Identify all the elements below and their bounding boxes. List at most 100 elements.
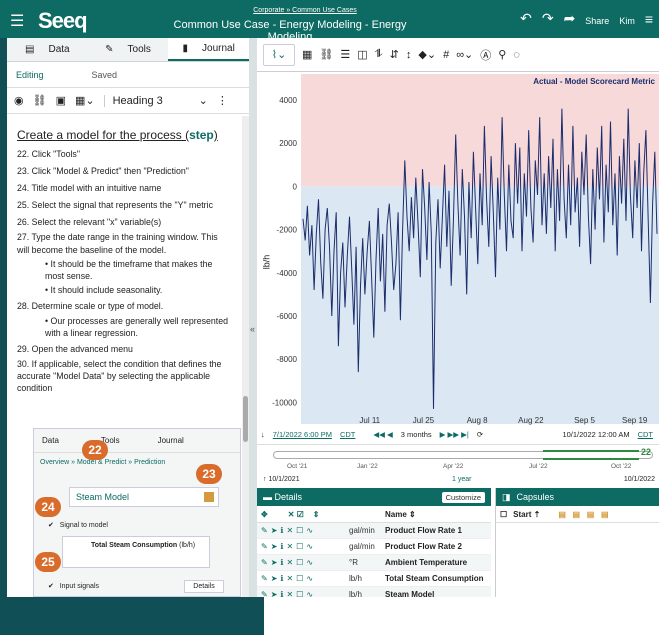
color-swatch <box>204 492 214 502</box>
timeline-span[interactable]: 1 year <box>452 476 471 483</box>
start-column-header[interactable]: Start ⇡ <box>513 510 540 519</box>
range-duration[interactable]: 3 months <box>401 430 432 439</box>
annotation-icon[interactable]: Ⓐ <box>480 47 491 63</box>
overflow-icon[interactable]: ⋮ <box>217 94 228 107</box>
book-icon: ▮ <box>182 43 189 54</box>
timeline-selection[interactable] <box>543 450 639 460</box>
tab-data[interactable]: ▤ Data <box>7 38 88 61</box>
redo-icon[interactable]: ↷ <box>542 10 554 27</box>
trend-icon[interactable]: ⥮ <box>375 48 383 61</box>
embedded-signal-label: ✔ Signal to model <box>48 522 108 529</box>
step-link[interactable]: step <box>189 128 214 142</box>
brand-name: Seeq <box>38 8 88 33</box>
heading-style-select[interactable]: Heading 3 <box>103 94 190 107</box>
zoom-icon[interactable]: ⚲ <box>498 48 506 61</box>
trend-svg[interactable]: 400020000-2000-4000-6000-8000-10000Jul 1… <box>257 72 659 427</box>
comment-icon[interactable]: ◌ <box>513 49 520 61</box>
row-action-icons[interactable]: ✎➤ℹ✕☐∿ <box>261 542 349 551</box>
table-row[interactable]: ✎➤ℹ✕☐∿ lb/h Steam Model <box>257 587 491 597</box>
chart-toolbar: ⌇⌄ ▦ ⛓ ☰ ◫ ⥮ ⇵ ↕ ◆⌄ # ∞⌄ Ⓐ ⚲ ◌ <box>257 38 659 72</box>
seeq-icon[interactable]: ◉ <box>14 94 24 107</box>
dashes-icon[interactable]: ∞⌄ <box>456 48 473 61</box>
chevron-down-icon[interactable]: ⌄ <box>199 94 208 107</box>
saved-status: Saved <box>91 69 118 80</box>
step-23: 23. Click "Model & Predict" then "Predic… <box>17 166 189 176</box>
table-row[interactable]: ✎➤ℹ✕☐∿ lb/h Total Steam Consumption <box>257 571 491 587</box>
bullet: • Our processes are generally well repre… <box>45 316 229 338</box>
scrollbar-thumb[interactable] <box>243 396 248 442</box>
embedded-signal-select: Total Steam Consumption (lb/h) <box>62 536 210 568</box>
name-column-header[interactable]: Name ⇕ <box>385 510 416 519</box>
table-row[interactable]: ✎➤ℹ✕☐∿ gal/min Product Flow Rate 1 <box>257 523 491 539</box>
share-button[interactable]: Share <box>585 11 609 27</box>
sort-icon[interactable]: ⇵ <box>390 48 399 61</box>
collapse-icon[interactable]: « <box>250 324 255 334</box>
y-tick-label: 0 <box>293 182 298 191</box>
table-row[interactable]: ✎➤ℹ✕☐∿ gal/min Product Flow Rate 2 <box>257 539 491 555</box>
details-pane: ▬ Details Customize ✥ ✕ ☑ ⇕ Name ⇕ ✎➤ℹ✕☐∿ g… <box>257 488 491 597</box>
name-cell: Ambient Temperature <box>385 558 468 567</box>
embedded-screenshot: Data Tools Journal Overview » Model & Pr… <box>33 428 241 597</box>
step-badge: 25 <box>35 552 61 572</box>
refresh-icon[interactable]: ⟳ <box>477 430 483 439</box>
panel-gutter[interactable]: « <box>249 38 257 597</box>
embedded-tab-journal: Journal <box>157 436 184 445</box>
y-tick-label: -10000 <box>272 398 297 407</box>
capsule-column-icons[interactable]: ▤ ▤ ▤ ▤ <box>558 510 608 519</box>
start-timezone[interactable]: CDT <box>340 430 355 439</box>
journal-scrollbar[interactable] <box>242 116 249 597</box>
unit-cell: gal/min <box>349 542 375 551</box>
forward-icon[interactable]: ➦ <box>564 10 576 27</box>
step-forward-icon[interactable]: ▶ ▶▶ ▶| <box>440 430 469 439</box>
axis-icon[interactable]: ↕ <box>406 49 412 61</box>
capsules-title: Capsules <box>516 492 555 502</box>
undo-icon[interactable]: ↶ <box>520 10 532 27</box>
details-header-icons[interactable]: ✥ ✕ ☑ ⇕ <box>261 510 385 519</box>
embedded-input-label: ✔ Input signals <box>48 583 100 590</box>
label-icon[interactable]: ◆⌄ <box>418 48 436 61</box>
trend-chart[interactable]: 4000 2000 0 -2000 -4000 -6000 -8000 -10000 Jul 1… <box>257 72 659 427</box>
end-time[interactable]: 10/1/2022 12:00 AM <box>562 430 629 439</box>
arrow-down-icon[interactable]: ↓ <box>261 430 265 439</box>
app-menu-icon[interactable]: ☰ <box>10 11 24 31</box>
timeline-overview[interactable]: 22 Oct '21 Jan '22 Apr '22 Jul '22 Oct '… <box>257 444 659 488</box>
app-logo[interactable]: ☰ Seeq <box>10 8 180 33</box>
capsule-icon[interactable]: ◫ <box>357 48 367 61</box>
row-action-icons[interactable]: ✎➤ℹ✕☐∿ <box>261 526 349 535</box>
editing-label: Editing <box>16 69 44 80</box>
row-action-icons[interactable]: ✎➤ℹ✕☐∿ <box>261 574 349 583</box>
row-action-icons[interactable]: ✎➤ℹ✕☐∿ <box>261 590 349 597</box>
embedded-details-button: Details <box>184 580 224 593</box>
y-tick-label: 2000 <box>279 139 297 148</box>
grid-icon[interactable]: # <box>443 49 449 61</box>
user-menu[interactable]: Kim <box>619 11 635 27</box>
table-icon[interactable]: ▦⌄ <box>75 94 95 107</box>
embedded-model-name: Steam Model <box>69 487 219 507</box>
time-navigation: ↓ 7/1/2022 6:00 PM CDT ◀◀ ◀ 3 months ▶ ▶… <box>257 424 659 444</box>
select-all-checkbox[interactable]: ☐ <box>500 510 507 519</box>
table-row[interactable]: ✎➤ℹ✕☐∿ °R Ambient Temperature <box>257 555 491 571</box>
unit-cell: gal/min <box>349 526 375 535</box>
step-back-icon[interactable]: ◀◀ ◀ <box>373 430 392 439</box>
tab-tools[interactable]: ✎ Tools <box>88 38 169 61</box>
name-cell: Product Flow Rate 2 <box>385 542 462 551</box>
view-selector-icon[interactable]: ⌇⌄ <box>263 43 295 66</box>
image-icon[interactable]: ▣ <box>56 94 66 107</box>
timeline-count: 22 <box>641 447 652 457</box>
positive-band <box>301 74 659 187</box>
y-tick-label: -2000 <box>277 226 298 235</box>
calendar-icon[interactable]: ▦ <box>302 48 312 61</box>
left-panel: ▤Data ✎Tools ▮Journal Editing Saved ⋮ ▯ … <box>7 38 659 635</box>
end-timezone[interactable]: CDT <box>638 430 653 439</box>
breadcrumb[interactable]: Corporate » Common Use Cases <box>170 7 440 14</box>
row-action-icons[interactable]: ✎➤ℹ✕☐∿ <box>261 558 349 567</box>
bullet: • It should be the timeframe that makes … <box>45 259 213 281</box>
tab-journal[interactable]: ▮ Journal <box>168 38 250 61</box>
customize-button[interactable]: Customize <box>441 491 485 503</box>
link-icon[interactable]: ⛓ <box>319 48 333 61</box>
timeline-tick: Jul '22 <box>529 463 548 470</box>
hamburger-icon[interactable]: ≡ <box>645 11 653 27</box>
link-icon[interactable]: ⛓ <box>33 94 47 107</box>
start-time[interactable]: 7/1/2022 6:00 PM <box>273 430 332 439</box>
table-view-icon[interactable]: ☰ <box>340 48 350 61</box>
